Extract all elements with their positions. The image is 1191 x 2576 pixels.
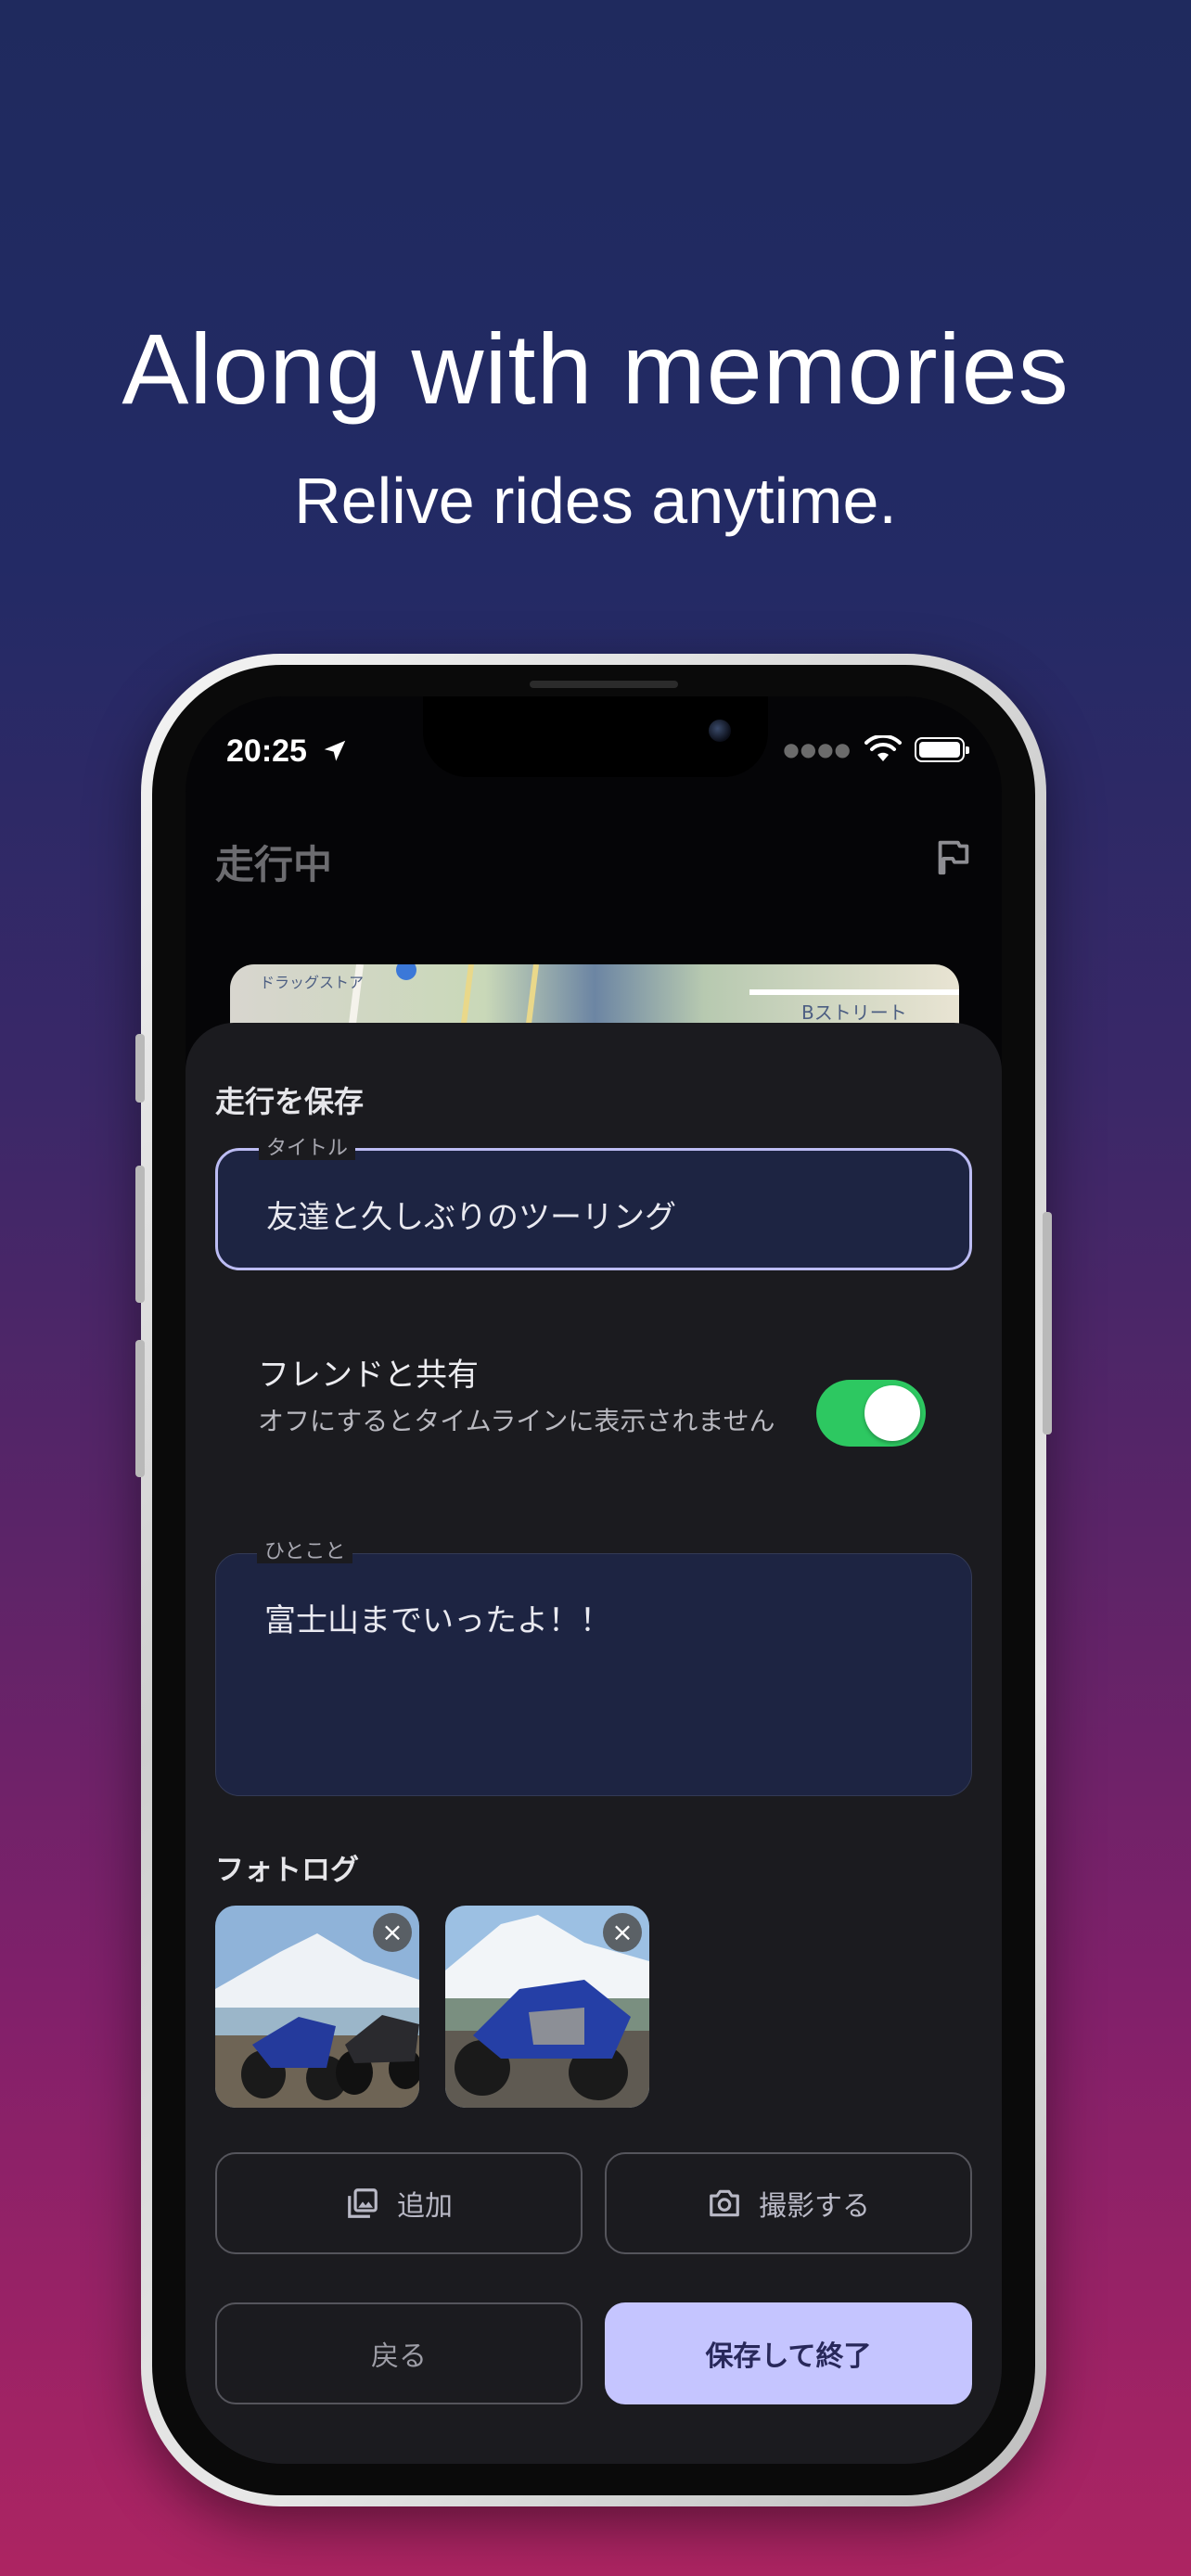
photo-thumbnail[interactable]: × — [215, 1906, 419, 2108]
add-photo-label: 追加 — [397, 2190, 453, 2223]
photo-thumbnail[interactable]: × — [445, 1906, 649, 2108]
location-arrow-icon — [324, 740, 346, 761]
camera-icon — [710, 2189, 739, 2217]
add-photo-button[interactable]: 追加 — [215, 2152, 583, 2254]
phone-power-button — [1043, 1212, 1052, 1435]
share-with-friends-label: フレンドと共有 — [258, 1357, 479, 1394]
battery-icon — [915, 736, 969, 762]
comment-field-value: 富士山までいったよ！！ — [264, 1602, 611, 1639]
phone-volume-up — [135, 1166, 145, 1303]
flag-icon[interactable] — [931, 835, 974, 878]
back-button[interactable]: 戻る — [215, 2302, 583, 2404]
notch — [423, 696, 768, 777]
front-camera — [709, 720, 731, 742]
status-time: 20:25 — [226, 733, 307, 769]
wifi-icon — [864, 735, 902, 761]
hero-headline: Along with memories — [122, 312, 1069, 425]
comment-field-label: ひとこと — [257, 1541, 353, 1563]
map-label-street: Bストリート — [801, 1001, 907, 1024]
phone-volume-down — [135, 1340, 145, 1477]
signal-dots-icon: ●●●● — [783, 738, 852, 760]
remove-photo-button[interactable]: × — [373, 1913, 412, 1952]
remove-photo-button[interactable]: × — [603, 1913, 642, 1952]
map-label-drugstore: ドラッグストア — [260, 974, 365, 991]
hero-subhead: Relive rides anytime. — [294, 465, 897, 537]
back-label: 戻る — [371, 2340, 427, 2373]
toggle-knob — [864, 1385, 920, 1441]
share-toggle[interactable] — [816, 1380, 926, 1447]
take-photo-button[interactable]: 撮影する — [605, 2152, 972, 2254]
status-indicators: ●●●● — [783, 735, 969, 763]
photolog-label: フォトログ — [215, 1854, 359, 1887]
share-with-friends-description: オフにするとタイムラインに表示されません — [258, 1406, 775, 1436]
save-ride-sheet: 走行を保存 タイトル 友達と久しぶりのツーリング フレンドと共有 オフにするとタ… — [186, 1023, 1002, 2464]
sheet-title: 走行を保存 — [215, 1084, 365, 1119]
title-field-value: 友達と久しぶりのツーリング — [266, 1199, 676, 1236]
save-and-finish-label: 保存して終了 — [705, 2340, 872, 2373]
take-photo-label: 撮影する — [759, 2190, 870, 2223]
title-field[interactable]: タイトル 友達と久しぶりのツーリング — [215, 1138, 972, 1270]
phone-silent-switch — [135, 1034, 145, 1103]
speaker-grille — [530, 681, 678, 688]
comment-field[interactable]: ひとこと 富士山までいったよ！！ — [215, 1541, 972, 1796]
phone-mockup: 20:25 ●●●● 走行中 ドラッグストア Bストリート 走行を保存 タイトル… — [135, 654, 1052, 2506]
gallery-icon — [348, 2188, 378, 2218]
app-screen: 20:25 ●●●● 走行中 ドラッグストア Bストリート 走行を保存 タイトル… — [186, 696, 1002, 2464]
title-field-label: タイトル — [259, 1138, 356, 1160]
save-and-finish-button[interactable]: 保存して終了 — [605, 2302, 972, 2404]
page-title: 走行中 — [215, 842, 333, 887]
